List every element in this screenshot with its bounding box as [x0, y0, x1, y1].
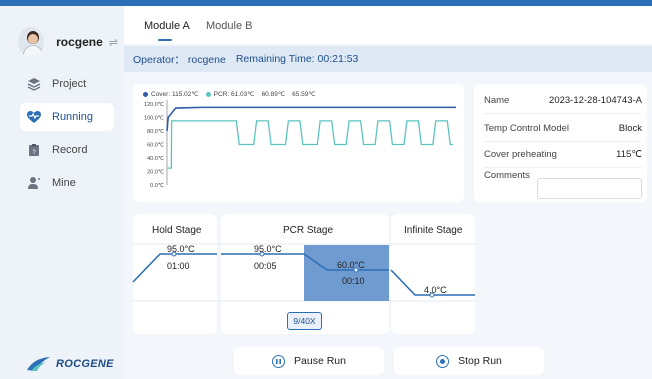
pcr-step2-time[interactable]: 00:10: [342, 276, 365, 286]
pause-run-button[interactable]: Pause Run: [234, 347, 384, 375]
brand-logo: ROCGENE: [26, 356, 114, 372]
user-icon: [20, 169, 48, 197]
infinite-temp[interactable]: 4.0°C: [424, 285, 447, 295]
logo-text: ROCGENE: [56, 358, 114, 370]
pcr-step1-temp[interactable]: 95.0°C: [254, 244, 282, 254]
cycle-count-badge[interactable]: 9/40X: [287, 312, 322, 330]
sidebar-item-label: Record: [52, 144, 88, 156]
active-step-highlight[interactable]: [304, 245, 389, 301]
layers-icon: [20, 70, 48, 98]
hold-temp[interactable]: 95.0°C: [167, 244, 195, 254]
stage-profile: [132, 243, 475, 302]
sidebar-item-label: Mine: [52, 177, 76, 189]
avatar: [18, 27, 45, 57]
username: rocgene: [56, 35, 103, 49]
sidebar-item-record[interactable]: ? Record: [20, 136, 114, 164]
sidebar-item-label: Project: [52, 78, 87, 90]
sidebar-item-project[interactable]: Project: [20, 70, 114, 98]
sidebar: rocgene ⇌ Project Running ? Record Mine …: [0, 6, 124, 379]
swap-icon[interactable]: ⇌: [109, 36, 118, 49]
pause-label: Pause Run: [294, 355, 346, 367]
sidebar-item-label: Running: [52, 111, 93, 123]
pcr-step1-time[interactable]: 00:05: [254, 261, 277, 271]
stop-label: Stop Run: [458, 355, 502, 367]
heart-pulse-icon: [20, 103, 48, 131]
stop-icon: [436, 354, 450, 368]
pause-icon: [272, 354, 286, 368]
stop-run-button[interactable]: Stop Run: [394, 347, 544, 375]
clipboard-icon: ?: [20, 136, 48, 164]
user-profile[interactable]: rocgene ⇌: [18, 26, 118, 58]
sidebar-item-mine[interactable]: Mine: [20, 169, 114, 197]
hold-time[interactable]: 01:00: [167, 261, 190, 271]
main-panel: Module A Module B Operator： rocgene Rema…: [124, 6, 652, 379]
pcr-step2-temp[interactable]: 60.0°C: [337, 260, 365, 270]
sidebar-item-running[interactable]: Running: [20, 103, 114, 131]
